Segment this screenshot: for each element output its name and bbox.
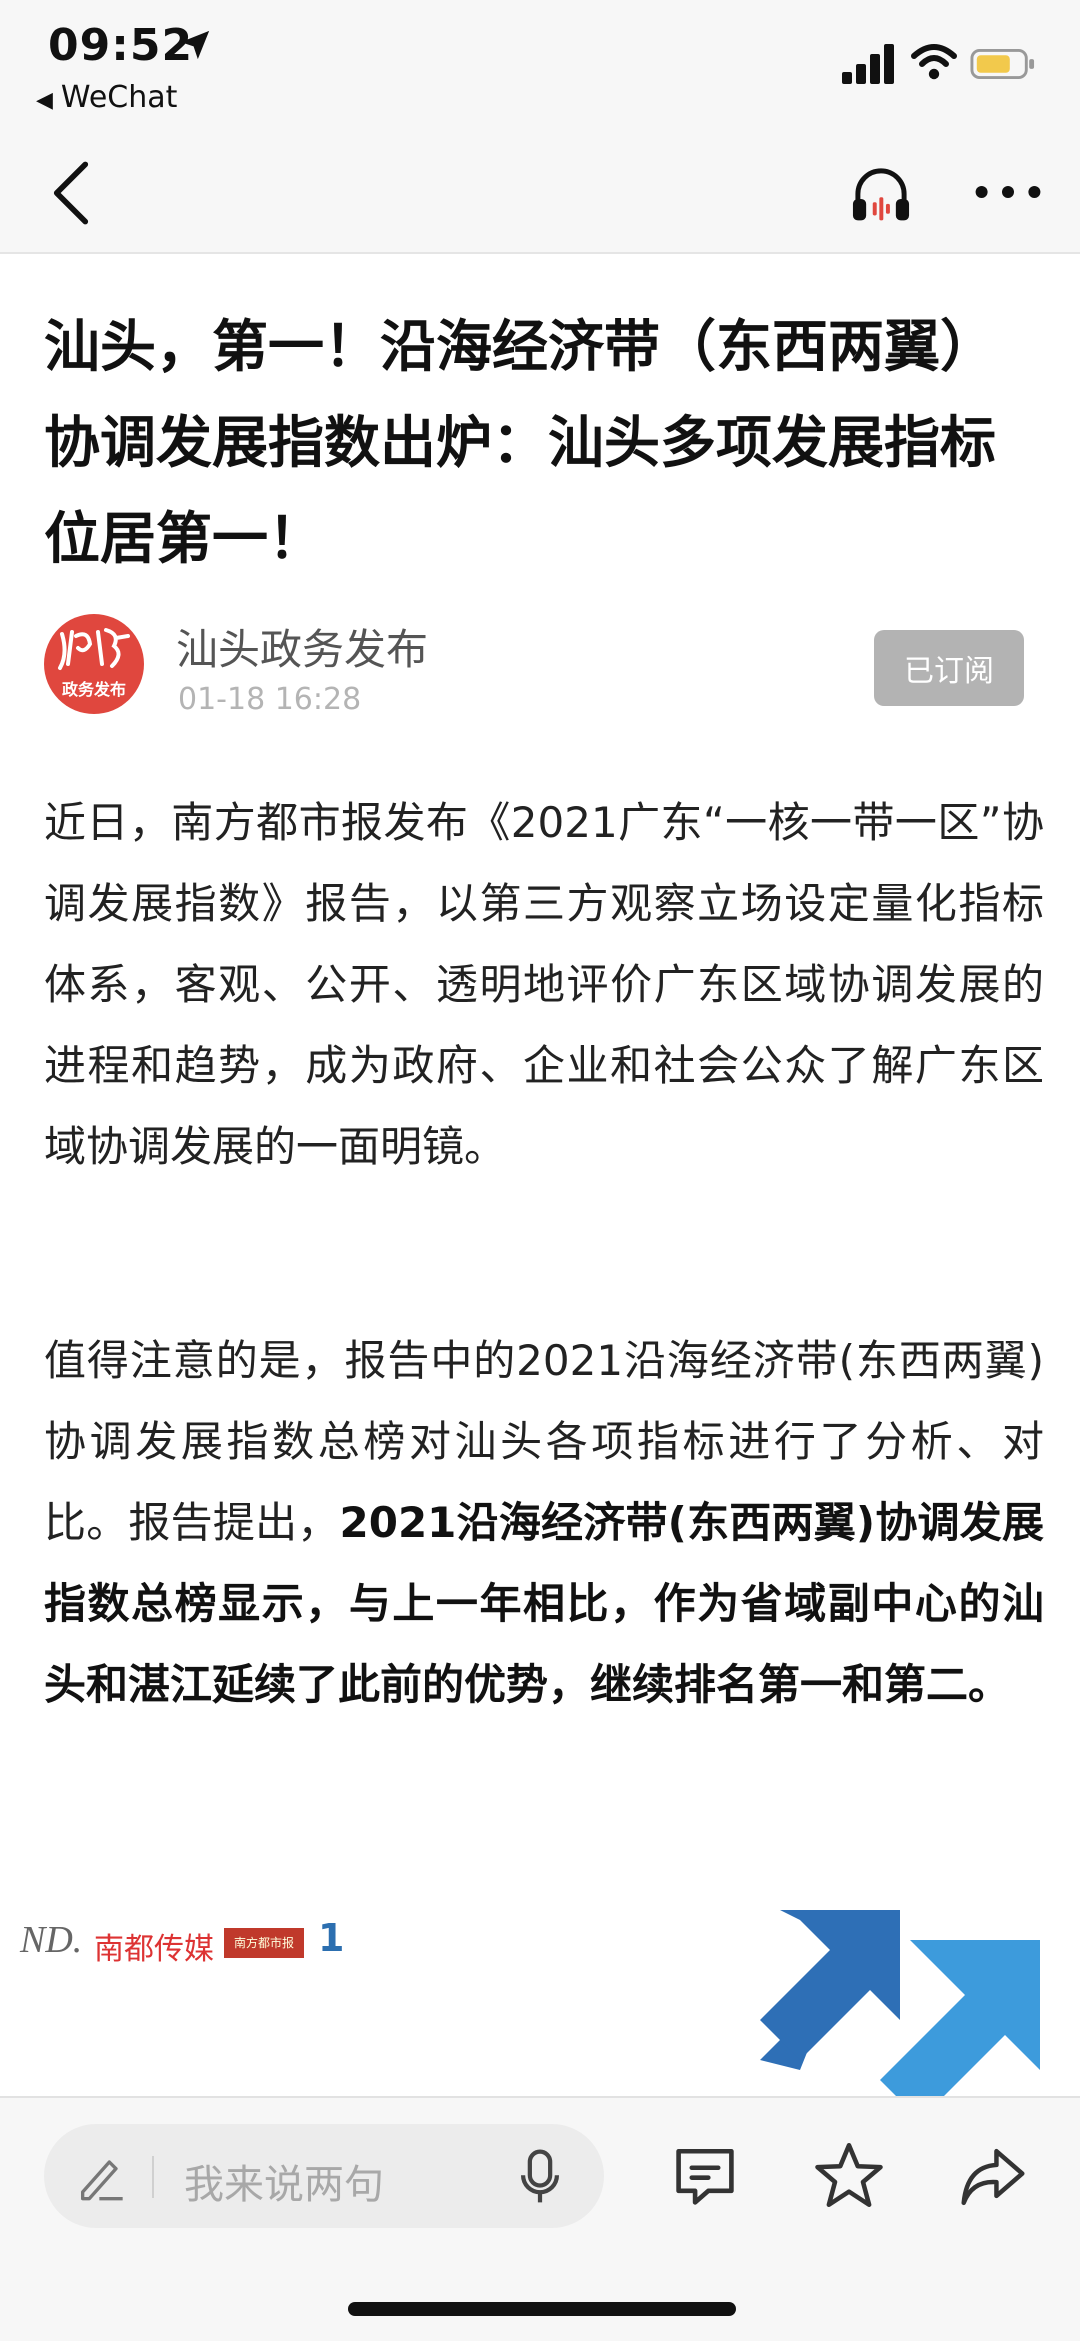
back-chevron-icon[interactable] [46, 158, 96, 228]
location-arrow-icon [180, 30, 210, 60]
nd-brand-text: 南都传媒 [94, 1932, 214, 1967]
author-name[interactable]: 汕头政务发布 [176, 616, 428, 677]
back-to-app-link[interactable]: ◀ WeChat [36, 80, 177, 115]
article-image[interactable]: ND. 南都传媒 南方都市报 1 [0, 1880, 1080, 2100]
nd-newspaper-badge: 南方都市报 [224, 1928, 304, 1958]
nd-logo: ND. [20, 1919, 83, 1961]
more-options-icon[interactable] [972, 180, 1044, 204]
post-date: 01-18 16:28 [178, 682, 362, 717]
article-title: 汕头，第一！沿海经济带（东西两翼）协调发展指数出炉：汕头多项发展指标位居第一！ [44, 315, 996, 572]
article-paragraph: 值得注意的是，报告中的2021沿海经济带(东西两翼)协调发展指数总榜对汕头各项指… [44, 1320, 1044, 1725]
back-app-label: WeChat [60, 80, 178, 115]
author-row: 政务发布 汕头政务发布 01-18 16:28 已订阅 [44, 612, 1044, 722]
pill-divider [152, 2156, 154, 2198]
cellular-signal-icon [842, 44, 894, 84]
calligraphy-logo-icon [58, 628, 130, 670]
back-triangle-icon: ◀ [36, 88, 53, 113]
navigation-bar [0, 130, 1080, 254]
wifi-icon [911, 44, 957, 80]
article-paragraph: 近日，南方都市报发布《2021广东“一核一带一区”协调发展指数》报告，以第三方观… [44, 798, 1044, 1171]
home-indicator[interactable] [348, 2302, 736, 2316]
comment-icon[interactable] [672, 2144, 738, 2208]
favorite-star-icon[interactable] [814, 2140, 884, 2210]
avatar-caption: 政务发布 [61, 680, 126, 699]
microphone-icon[interactable] [518, 2148, 562, 2206]
headphone-listen-icon[interactable] [848, 162, 914, 226]
subscribed-button[interactable]: 已订阅 [874, 630, 1024, 706]
growth-arrows-icon [760, 1910, 1040, 2100]
author-avatar[interactable]: 政务发布 [44, 614, 144, 714]
pen-icon [81, 2160, 123, 2201]
battery-icon [970, 48, 1035, 80]
share-icon[interactable] [958, 2146, 1028, 2208]
nd-one-logo: 1 [318, 1916, 345, 1960]
comment-input[interactable]: 我来说两句 [44, 2124, 604, 2228]
comment-placeholder: 我来说两句 [184, 2162, 384, 2208]
status-bar: 09:52 ◀ WeChat [0, 0, 1080, 130]
status-time: 09:52 [48, 20, 194, 71]
